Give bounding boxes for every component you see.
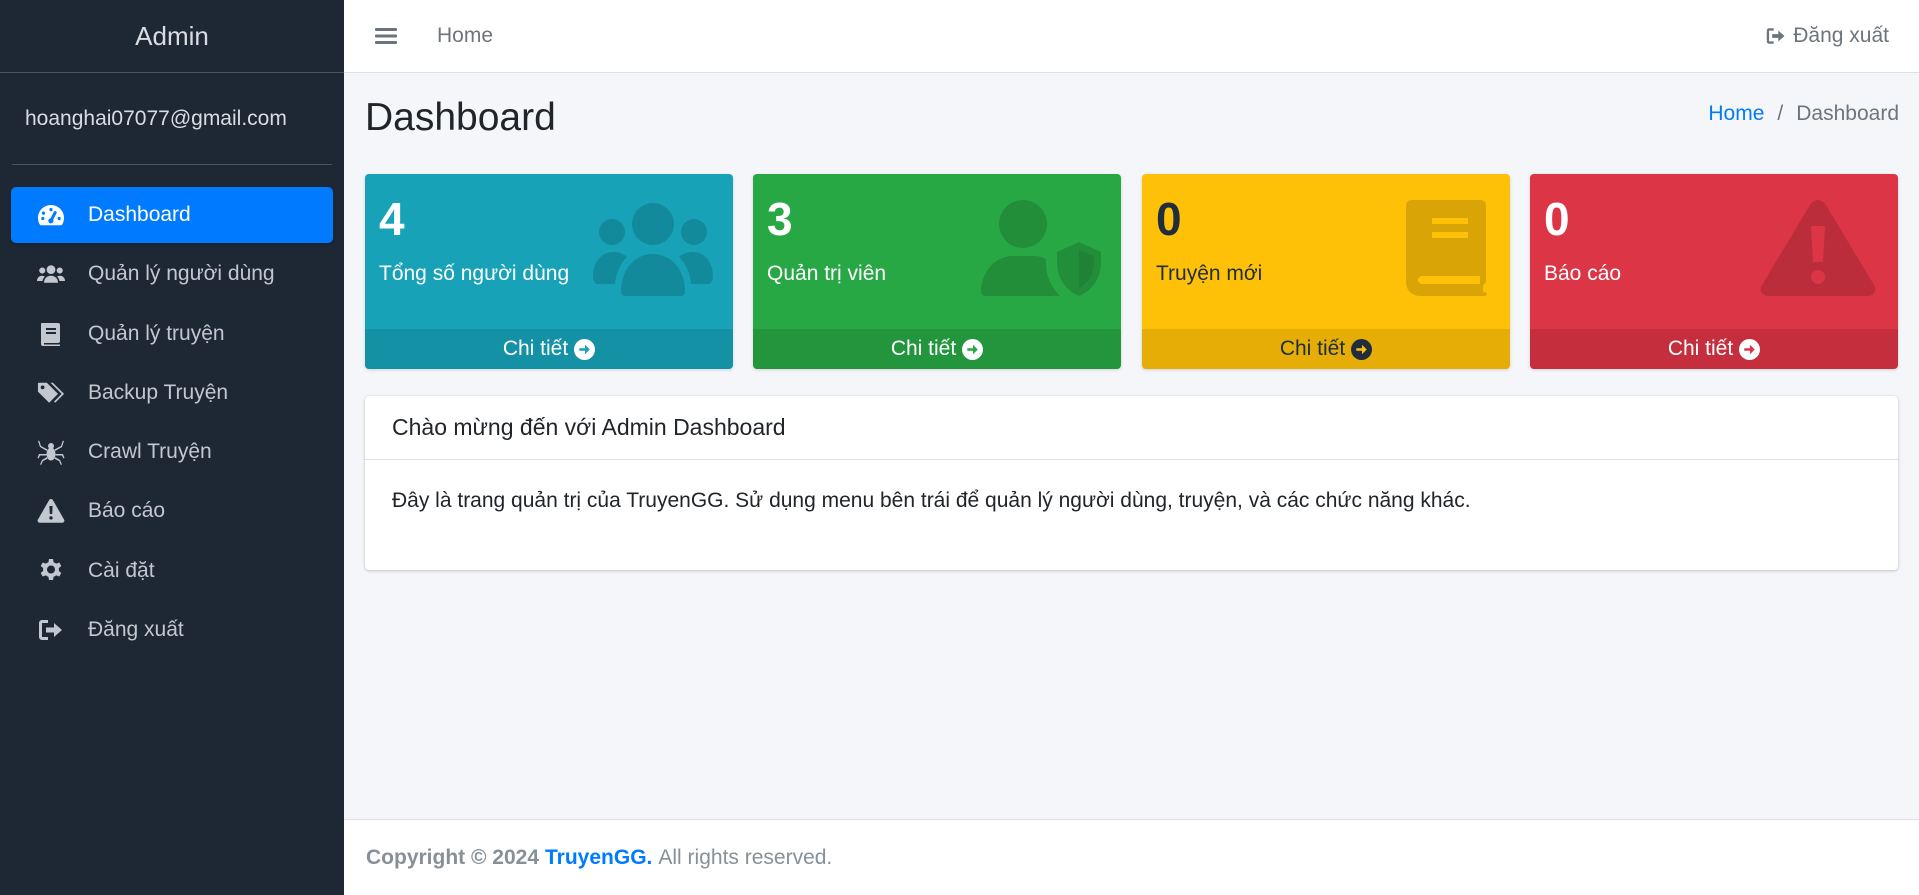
book-icon bbox=[36, 321, 66, 347]
warning-icon bbox=[36, 498, 66, 524]
arrow-circle-right-icon bbox=[574, 338, 596, 360]
top-logout-link[interactable]: Đăng xuất bbox=[1765, 24, 1889, 48]
sidebar-item-reports[interactable]: Báo cáo bbox=[11, 483, 333, 539]
arrow-circle-right-icon bbox=[1739, 338, 1761, 360]
stat-footer-label: Chi tiết bbox=[890, 337, 957, 360]
stat-label: Quản trị viên bbox=[767, 262, 887, 285]
user-shield-icon bbox=[981, 200, 1101, 296]
stat-boxes: 4 Tổng số người dùng Chi tiết 3 Quản trị… bbox=[365, 174, 1898, 369]
stat-footer-label: Chi tiết bbox=[1667, 337, 1734, 360]
gear-icon bbox=[36, 558, 66, 584]
sidebar-item-label: Backup Truyện bbox=[88, 380, 229, 404]
top-navbar: Home Đăng xuất bbox=[344, 0, 1919, 73]
sign-out-icon bbox=[36, 617, 66, 643]
sidebar-item-label: Quản lý truyện bbox=[88, 321, 225, 345]
users-icon bbox=[36, 261, 66, 287]
users-icon bbox=[593, 200, 713, 296]
sidebar-item-label: Crawl Truyện bbox=[88, 440, 212, 464]
stat-details-link[interactable]: Chi tiết bbox=[1530, 329, 1898, 369]
sidebar-item-label: Báo cáo bbox=[88, 499, 166, 523]
welcome-card-title: Chào mừng đến với Admin Dashboard bbox=[365, 396, 1898, 460]
stat-label: Truyện mới bbox=[1156, 262, 1263, 285]
stat-footer-label: Chi tiết bbox=[1279, 337, 1346, 360]
stat-box-new-stories: 0 Truyện mới Chi tiết bbox=[1142, 174, 1510, 369]
welcome-card: Chào mừng đến với Admin Dashboard Đây là… bbox=[365, 396, 1898, 570]
sidebar-nav: Dashboard Quản lý người dùng Quản lý tru… bbox=[0, 187, 344, 658]
sidebar: Admin hoanghai07077@gmail.com Dashboard … bbox=[0, 0, 344, 895]
tags-icon bbox=[36, 380, 66, 406]
footer-copyright: Copyright © 2024 bbox=[366, 845, 540, 869]
stat-box-admins: 3 Quản trị viên Chi tiết bbox=[753, 174, 1121, 369]
stat-label: Tổng số người dùng bbox=[379, 262, 570, 285]
breadcrumb-separator: / bbox=[1777, 102, 1784, 125]
main-content: Dashboard Home / Dashboard 4 Tổng số ngư… bbox=[344, 74, 1919, 819]
sidebar-item-users[interactable]: Quản lý người dùng bbox=[11, 246, 333, 302]
stat-footer-label: Chi tiết bbox=[502, 337, 569, 360]
sidebar-item-crawl[interactable]: Crawl Truyện bbox=[11, 424, 333, 480]
tachometer-icon bbox=[36, 202, 66, 228]
breadcrumb-current: Dashboard bbox=[1796, 102, 1899, 125]
spider-icon bbox=[36, 439, 66, 466]
sidebar-item-logout[interactable]: Đăng xuất bbox=[11, 602, 333, 658]
stat-details-link[interactable]: Chi tiết bbox=[365, 329, 733, 369]
arrow-circle-right-icon bbox=[962, 338, 984, 360]
brand-logo[interactable]: Admin bbox=[0, 0, 344, 73]
stat-value: 0 bbox=[1544, 193, 1570, 245]
stat-value: 4 bbox=[379, 193, 405, 245]
sidebar-item-label: Quản lý người dùng bbox=[88, 262, 275, 286]
footer-brand-link[interactable]: TruyenGG. bbox=[545, 846, 652, 870]
user-email[interactable]: hoanghai07077@gmail.com bbox=[12, 73, 332, 165]
top-logout-label: Đăng xuất bbox=[1793, 24, 1889, 47]
sidebar-item-stories[interactable]: Quản lý truyện bbox=[11, 306, 333, 362]
sidebar-item-settings[interactable]: Cài đặt bbox=[11, 543, 333, 599]
sign-out-icon bbox=[1767, 28, 1785, 44]
sidebar-item-label: Cài đặt bbox=[88, 558, 155, 582]
stat-value: 3 bbox=[767, 193, 793, 245]
footer-rights: All rights reserved. bbox=[658, 845, 833, 869]
warning-icon bbox=[1758, 200, 1878, 296]
bars-icon[interactable] bbox=[374, 24, 398, 48]
page-title: Dashboard bbox=[365, 96, 556, 139]
breadcrumb-home[interactable]: Home bbox=[1708, 102, 1764, 126]
arrow-circle-right-icon bbox=[1351, 338, 1373, 360]
stat-label: Báo cáo bbox=[1544, 262, 1622, 285]
stat-box-reports: 0 Báo cáo Chi tiết bbox=[1530, 174, 1898, 369]
top-home-link[interactable]: Home bbox=[437, 24, 493, 48]
sidebar-item-dashboard[interactable]: Dashboard bbox=[11, 187, 333, 243]
page-footer: Copyright © 2024 TruyenGG. All rights re… bbox=[344, 819, 1919, 895]
sidebar-item-backup[interactable]: Backup Truyện bbox=[11, 365, 333, 421]
stat-value: 0 bbox=[1156, 193, 1182, 245]
welcome-card-body: Đây là trang quản trị của TruyenGG. Sử d… bbox=[392, 489, 1471, 512]
stat-details-link[interactable]: Chi tiết bbox=[1142, 329, 1510, 369]
sidebar-item-label: Đăng xuất bbox=[88, 618, 184, 642]
breadcrumb: Home / Dashboard bbox=[1708, 102, 1899, 126]
stat-box-users: 4 Tổng số người dùng Chi tiết bbox=[365, 174, 733, 369]
book-icon bbox=[1370, 200, 1490, 296]
sidebar-item-label: Dashboard bbox=[88, 203, 191, 226]
stat-details-link[interactable]: Chi tiết bbox=[753, 329, 1121, 369]
